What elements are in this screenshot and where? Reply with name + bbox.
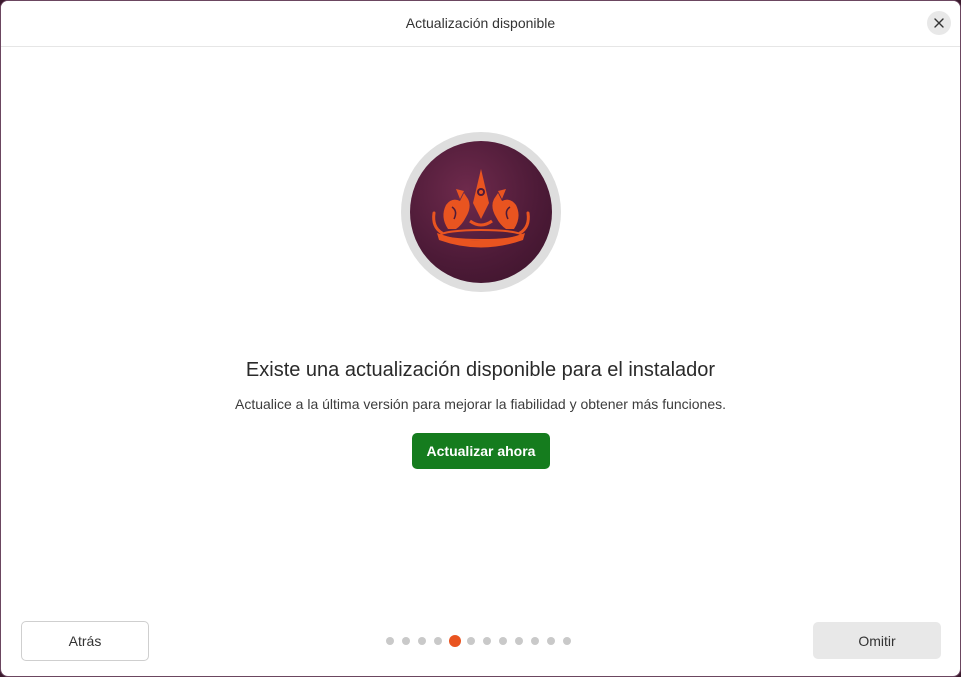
step-indicator — [386, 634, 579, 648]
step-dot — [467, 637, 475, 645]
step-dot — [499, 637, 507, 645]
close-icon — [934, 18, 944, 28]
close-button[interactable] — [927, 11, 951, 35]
step-dot — [547, 637, 555, 645]
step-dot — [402, 637, 410, 645]
logo-disc — [410, 141, 552, 283]
release-logo — [401, 132, 561, 292]
step-dot — [418, 637, 426, 645]
update-headline: Existe una actualización disponible para… — [245, 359, 716, 381]
step-dot — [434, 637, 442, 645]
window-title: Actualización disponible — [405, 15, 556, 31]
step-dot — [386, 637, 394, 645]
step-dot — [483, 637, 491, 645]
step-dot — [563, 637, 571, 645]
crown-logo-icon — [432, 169, 530, 248]
title-bar: Actualización disponible — [1, 1, 960, 47]
update-now-button[interactable]: Actualizar ahora — [412, 433, 550, 469]
update-description: Actualice a la última versión para mejor… — [234, 396, 727, 412]
back-button[interactable]: Atrás — [21, 621, 149, 661]
skip-button[interactable]: Omitir — [813, 622, 941, 659]
step-dot — [531, 637, 539, 645]
step-dot — [515, 637, 523, 645]
step-dot-active — [449, 635, 461, 647]
installer-window: Actualización disponible Existe una actu… — [0, 0, 961, 677]
